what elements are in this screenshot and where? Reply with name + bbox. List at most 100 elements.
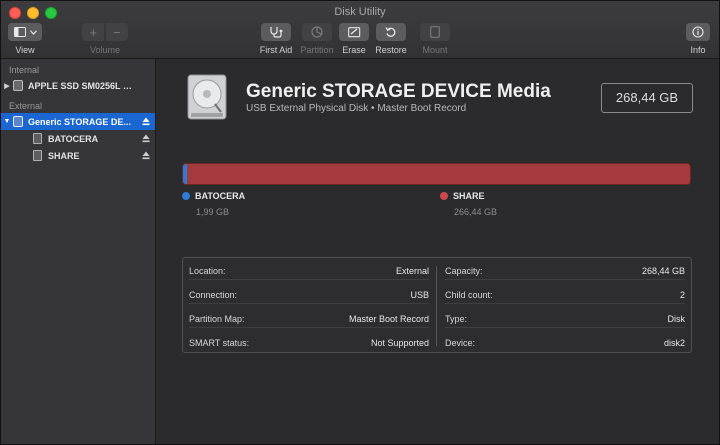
info-key: SMART status: [189, 338, 250, 348]
mount-button[interactable] [420, 23, 450, 41]
add-volume-button[interactable]: + [82, 23, 105, 41]
info-column-left: Location: External Connection: USB Parti… [183, 258, 435, 352]
sidebar-section-internal: Internal [9, 65, 40, 75]
restore-label: Restore [375, 45, 407, 55]
first-aid-label: First Aid [259, 45, 293, 55]
info-value: USB [410, 289, 429, 300]
info-row: Device: disk2 [445, 334, 685, 352]
internal-disk-icon [13, 80, 23, 91]
sidebar-item-label: BATOCERA [48, 133, 99, 144]
main-panel: Generic STORAGE DEVICE Media USB Externa… [157, 59, 719, 444]
info-label: Info [690, 45, 706, 55]
info-key: Partition Map: [189, 313, 245, 324]
info-key: Location: [189, 265, 226, 276]
info-control[interactable]: Info [686, 23, 710, 55]
disk-utility-window: Disk Utility View + − Volume First Aid P… [0, 0, 720, 445]
mount-control[interactable]: Mount [419, 23, 451, 55]
info-key: Connection: [189, 289, 238, 300]
info-row: Child count: 2 [445, 286, 685, 304]
info-key: Device: [445, 338, 476, 348]
disclosure-triangle-icon[interactable]: ▼ [1, 118, 13, 125]
sidebar-section-external: External [9, 101, 43, 111]
info-key: Child count: [445, 289, 493, 300]
info-key: Type: [445, 313, 468, 324]
view-control[interactable]: View [8, 23, 42, 55]
volume-control: + − Volume [82, 23, 128, 55]
volume-segment: + − [82, 23, 128, 41]
legend-name: BATOCERA [195, 191, 246, 201]
legend-share: SHARE 266,44 GB [440, 191, 497, 217]
erase-icon [347, 26, 360, 37]
volume-label: Volume [89, 45, 121, 55]
info-row: Capacity: 268,44 GB [445, 262, 685, 280]
sidebar-item-label: SHARE [48, 150, 80, 161]
toolbar: Disk Utility View + − Volume First Aid P… [1, 1, 719, 59]
legend-size: 266,44 GB [454, 207, 498, 217]
info-row: Partition Map: Master Boot Record [189, 310, 429, 328]
sidebar-item-external-disk[interactable]: ▼ Generic STORAGE DE... [1, 113, 155, 130]
volume-icon [33, 133, 42, 144]
info-table: Location: External Connection: USB Parti… [182, 257, 692, 353]
partition-control[interactable]: Partition [298, 23, 336, 55]
hard-drive-icon [187, 74, 227, 120]
restore-icon [385, 27, 396, 37]
erase-control[interactable]: Erase [339, 23, 369, 55]
first-aid-control[interactable]: First Aid [257, 23, 295, 55]
info-value: External [395, 265, 429, 276]
eject-icon[interactable] [142, 117, 150, 126]
erase-label: Erase [342, 45, 366, 55]
sidebar-item-volume-batocera[interactable]: BATOCERA [1, 130, 155, 147]
legend-swatch [440, 192, 448, 200]
disk-subtitle: USB External Physical Disk • Master Boot… [246, 103, 467, 114]
partition-segment-share [186, 164, 690, 184]
sidebar-item-label: Generic STORAGE DE... [28, 116, 131, 127]
remove-volume-button[interactable]: − [105, 23, 128, 41]
info-column-right: Capacity: 268,44 GB Child count: 2 Type:… [439, 258, 691, 352]
disclosure-triangle-icon[interactable]: ▶ [1, 82, 13, 90]
partition-label: Partition [300, 45, 334, 55]
info-key: Capacity: [445, 265, 483, 276]
info-row: Location: External [189, 262, 429, 280]
eject-icon[interactable] [142, 134, 150, 143]
eject-icon[interactable] [142, 151, 150, 160]
capacity-badge: 268,44 GB [601, 83, 693, 113]
legend-swatch [182, 192, 190, 200]
restore-control[interactable]: Restore [374, 23, 408, 55]
info-value: Not Supported [370, 338, 429, 348]
info-value: Disk [667, 313, 686, 324]
external-disk-icon [13, 116, 23, 127]
legend-name: SHARE [453, 191, 485, 201]
info-row: Connection: USB [189, 286, 429, 304]
erase-button[interactable] [339, 23, 369, 41]
info-divider [436, 266, 437, 346]
info-value: disk2 [663, 338, 685, 348]
restore-button[interactable] [376, 23, 406, 41]
chevron-down-icon [29, 29, 37, 35]
window-title: Disk Utility [334, 6, 386, 18]
sidebar-icon [13, 27, 26, 37]
first-aid-button[interactable] [261, 23, 291, 41]
partition-usage-bar [182, 163, 691, 185]
info-value: 268,44 GB [641, 265, 685, 276]
sidebar-item-volume-share[interactable]: SHARE [1, 147, 155, 164]
view-label: View [15, 45, 35, 55]
info-button[interactable] [686, 23, 710, 41]
mount-icon [430, 26, 440, 38]
info-row: SMART status: Not Supported [189, 334, 429, 352]
mount-label: Mount [422, 45, 448, 55]
sidebar-item-label: APPLE SSD SM0256L Me... [28, 80, 138, 91]
legend-size: 1,99 GB [196, 207, 230, 217]
stethoscope-icon [270, 27, 283, 38]
volume-icon [33, 150, 42, 161]
info-icon [692, 26, 704, 38]
pie-chart-icon [311, 26, 323, 38]
info-value: 2 [679, 289, 685, 300]
info-value: Master Boot Record [348, 313, 429, 324]
info-row: Type: Disk [445, 310, 685, 328]
view-button[interactable] [8, 23, 42, 41]
disk-title: Generic STORAGE DEVICE Media [246, 81, 551, 102]
sidebar-item-internal-disk[interactable]: ▶ APPLE SSD SM0256L Me... [1, 77, 155, 94]
partition-button[interactable] [302, 23, 332, 41]
legend-batocera: BATOCERA 1,99 GB [182, 191, 245, 217]
sidebar: Internal ▶ APPLE SSD SM0256L Me... Exter… [1, 59, 156, 444]
